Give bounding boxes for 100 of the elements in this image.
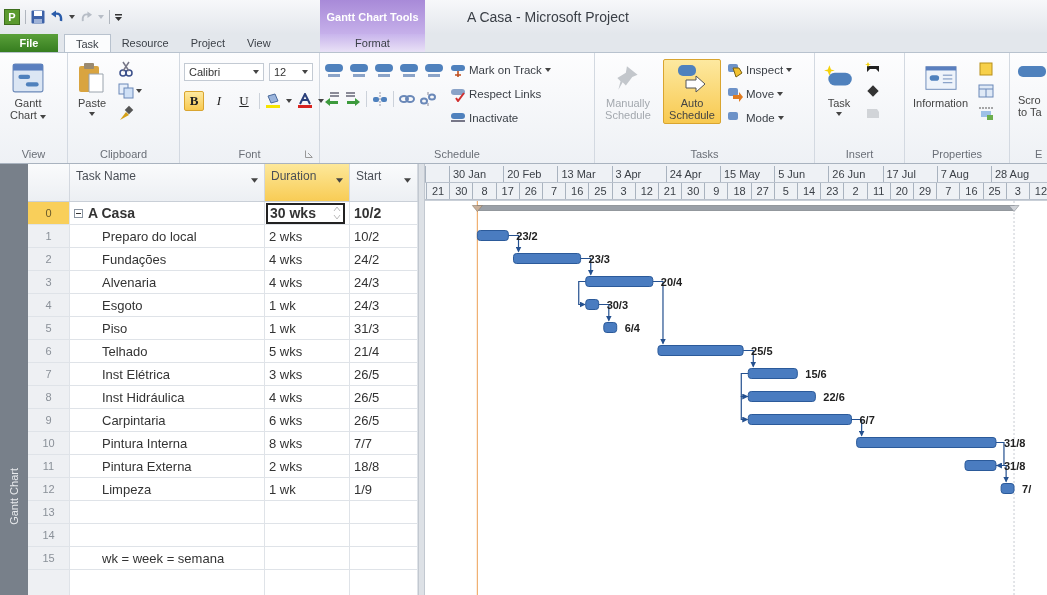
table-row[interactable]: 11 Pintura Externa 2 wks 18/8 [28, 455, 418, 478]
start-date: 24/3 [354, 297, 380, 313]
information-button[interactable]: Information [909, 59, 973, 112]
caret-icon [786, 68, 793, 72]
percent-complete-icon[interactable] [399, 63, 419, 79]
add-to-timeline-icon[interactable] [978, 105, 995, 121]
ribbon-tab[interactable]: Format [320, 34, 425, 52]
caret-icon[interactable] [404, 178, 411, 183]
task-bar[interactable] [747, 391, 816, 402]
timescale-label: 7 Aug [940, 168, 969, 180]
ribbon-button[interactable]: Move [727, 85, 793, 103]
row-number[interactable]: 0 [28, 202, 70, 224]
ribbon-button-icon [727, 62, 743, 78]
start-date: 31/3 [354, 320, 380, 336]
task-bar[interactable] [1000, 483, 1015, 494]
table-row[interactable]: 4 Esgoto 1 wk 24/3 [28, 294, 418, 317]
bold-button[interactable]: B [184, 91, 204, 111]
table-row[interactable]: 5 Piso 1 wk 31/3 [28, 317, 418, 340]
timescale-label: 26 [524, 185, 537, 197]
start-date: 24/2 [354, 251, 380, 267]
table-row[interactable]: 3 Alvenaria 4 wks 24/3 [28, 271, 418, 294]
table-row[interactable]: 2 Fundações 4 wks 24/2 [28, 248, 418, 271]
indent-icon[interactable] [345, 91, 361, 107]
column-header[interactable]: Duration [265, 164, 350, 201]
ribbon-tab[interactable]: Project [179, 34, 236, 52]
task-bar[interactable] [747, 368, 798, 379]
percent-complete-icon[interactable] [374, 63, 394, 79]
duration: 2 wks [269, 458, 303, 474]
caret-icon[interactable] [318, 99, 324, 103]
task-bar[interactable] [585, 299, 600, 310]
scroll-to-task-button[interactable]: Scro to Ta [1014, 59, 1047, 121]
percent-complete-icon[interactable] [324, 63, 344, 79]
task-bar[interactable] [585, 276, 654, 287]
task-name: Preparo do local [102, 228, 197, 244]
caret-icon [253, 70, 259, 74]
caret-icon[interactable] [286, 99, 292, 103]
finish-date: 23/3 [588, 252, 610, 265]
font-name-field[interactable]: Calibri [184, 63, 264, 81]
unlink-icon[interactable] [420, 91, 436, 107]
table-row[interactable]: 9 Carpintaria 6 wks 26/5 [28, 409, 418, 432]
dependency-arrow [740, 372, 749, 400]
task-name: A Casa [88, 205, 135, 221]
table-row[interactable]: 15 wk = week = semana [28, 547, 418, 570]
table-row[interactable]: 6 Telhado 5 wks 21/4 [28, 340, 418, 363]
task-bar[interactable] [476, 230, 509, 241]
undo-icon[interactable] [50, 10, 64, 24]
dialog-launcher-icon[interactable] [305, 150, 313, 158]
caret-icon[interactable] [251, 178, 258, 183]
gantt-chart-button[interactable]: Gantt Chart [4, 59, 52, 124]
ribbon-tab[interactable]: File [0, 34, 58, 52]
table-row[interactable]: 10 Pintura Interna 8 wks 7/7 [28, 432, 418, 455]
timescale-label: 11 [872, 185, 885, 197]
ribbon-button[interactable]: Respect Links [450, 85, 551, 103]
italic-button[interactable]: I [209, 91, 229, 111]
task-bar[interactable] [964, 460, 997, 471]
auto-schedule-button[interactable]: Auto Schedule [663, 59, 721, 124]
split-task-icon[interactable] [372, 91, 388, 107]
start-date: 26/5 [354, 389, 380, 405]
duration-field[interactable]: 30 wks [266, 202, 345, 224]
paint-bucket-icon[interactable] [265, 93, 281, 109]
window-title: A Casa - Microsoft Project [466, 8, 629, 27]
caret-icon [302, 70, 308, 74]
table-row[interactable]: 0 A Casa 30 wks 10/2 [28, 202, 418, 225]
ribbon-button[interactable]: Mark on Track [450, 61, 551, 79]
group-label: Schedule [434, 148, 480, 160]
percent-complete-icon[interactable] [424, 63, 444, 79]
ribbon-tab[interactable]: Task [64, 34, 111, 52]
timescale-label: 30 [687, 185, 700, 197]
customize-icon[interactable] [115, 12, 122, 22]
caret-icon[interactable] [336, 178, 343, 183]
ribbon-tab[interactable]: View [235, 34, 282, 52]
scissors-icon[interactable] [118, 61, 134, 77]
insert-task-button[interactable]: Task [819, 59, 859, 119]
underline-button[interactable]: U [234, 91, 254, 111]
ribbon-tab[interactable]: Resource [110, 34, 180, 52]
font-color-icon[interactable] [297, 93, 313, 109]
save-icon[interactable] [31, 10, 45, 24]
table-row[interactable]: 7 Inst Elétrica 3 wks 26/5 [28, 363, 418, 386]
table-row[interactable]: 8 Inst Hidráulica 4 wks 26/5 [28, 386, 418, 409]
caret-icon[interactable] [136, 89, 142, 93]
table-row[interactable]: 1 Preparo do local 2 wks 10/2 [28, 225, 418, 248]
task-bar[interactable] [513, 253, 582, 264]
collapse-icon[interactable] [74, 208, 83, 218]
paste-button[interactable]: Paste [72, 59, 112, 119]
task-bar[interactable] [603, 322, 618, 333]
ribbon-button[interactable]: Inactivate [450, 109, 551, 127]
task-name: Pintura Externa [102, 458, 192, 474]
ribbon-button[interactable]: Inspect [727, 61, 793, 79]
finish-date: 6/7 [859, 413, 875, 426]
brush-icon[interactable] [118, 105, 134, 121]
table-row[interactable]: 12 Limpeza 1 wk 1/9 [28, 478, 418, 501]
timescale-label: 16 [965, 185, 978, 197]
ribbon-button[interactable]: Mode [727, 109, 793, 127]
percent-complete-icon[interactable] [349, 63, 369, 79]
task-name: Esgoto [102, 297, 143, 313]
font-size-field[interactable]: 12 [269, 63, 313, 81]
details-icon[interactable] [978, 83, 995, 99]
task-bar[interactable] [657, 345, 744, 356]
caret-icon[interactable] [69, 15, 75, 19]
start-date: 1/9 [354, 481, 373, 497]
